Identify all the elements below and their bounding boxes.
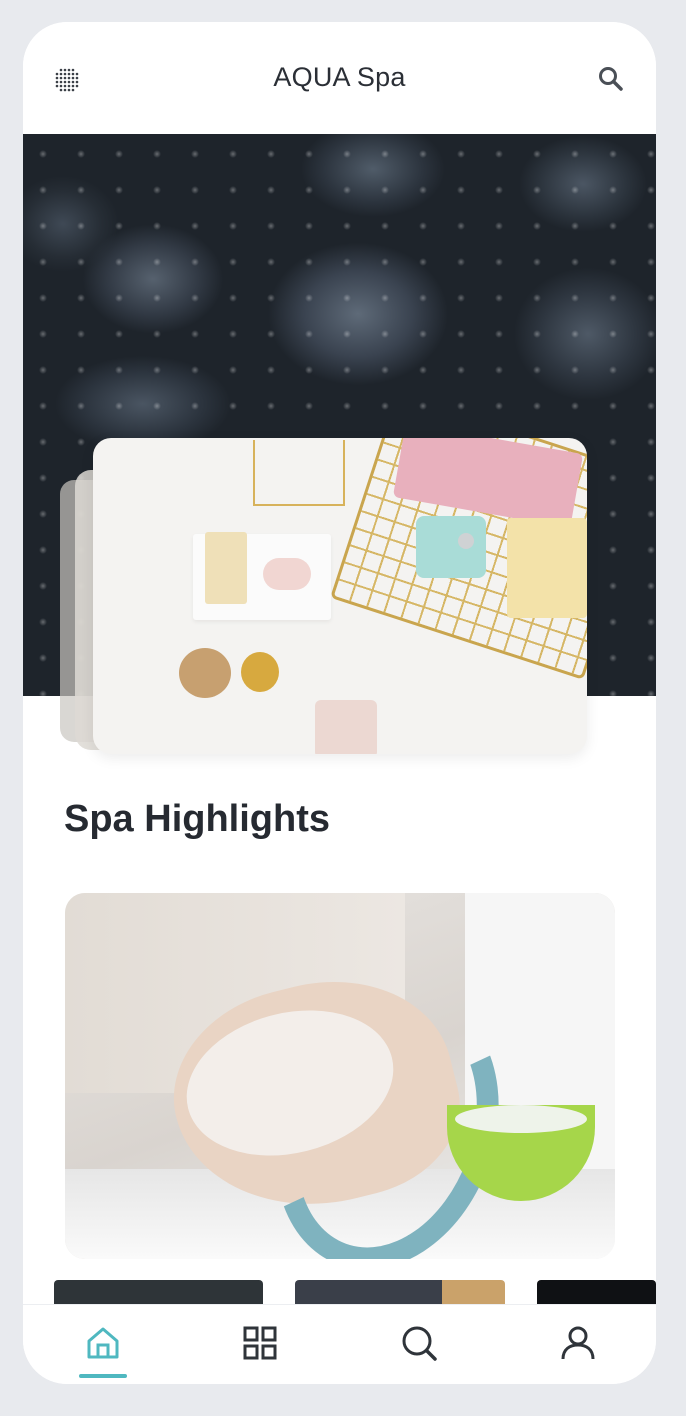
app-title: AQUA Spa (273, 62, 406, 92)
gold-spoon (241, 652, 279, 692)
nav-search[interactable] (369, 1305, 469, 1384)
grid-icon (243, 1326, 277, 1360)
candle-holder (253, 440, 345, 506)
salt-jar (315, 700, 377, 754)
phone-frame: AQUA Spa Spa Highlights (23, 22, 656, 1384)
active-tab-indicator (79, 1374, 127, 1378)
nav-grid[interactable] (210, 1305, 310, 1384)
search-icon (599, 67, 623, 91)
featured-carousel-card[interactable] (93, 438, 587, 754)
nav-home[interactable] (53, 1305, 153, 1384)
home-icon (87, 1327, 119, 1359)
bottle-cap (458, 533, 474, 549)
handmade-soap (205, 532, 247, 604)
user-icon (561, 1326, 595, 1360)
cork-lid (179, 648, 231, 698)
section-title-highlights: Spa Highlights (64, 798, 330, 840)
app-header: AQUA Spa (23, 22, 656, 134)
header-search-button[interactable] (596, 64, 626, 94)
soap-bar (507, 518, 587, 618)
mint-bottle (416, 516, 486, 578)
search-icon (402, 1326, 437, 1361)
cream (455, 1105, 587, 1133)
highlight-card-facial[interactable] (65, 893, 615, 1259)
pink-salt (263, 558, 311, 590)
nav-profile[interactable] (528, 1305, 628, 1384)
bottom-navigation (23, 1304, 656, 1384)
